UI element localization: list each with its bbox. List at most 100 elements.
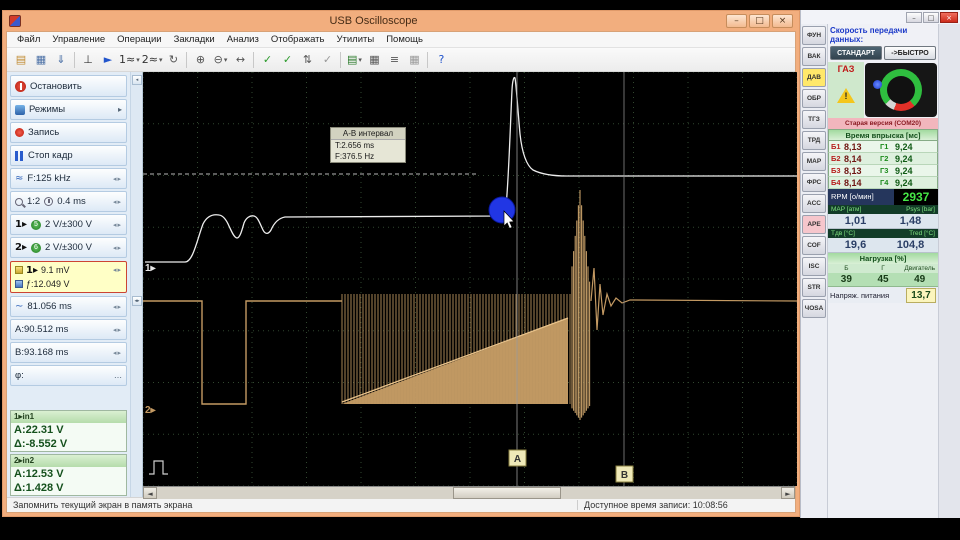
panels-icon[interactable]: ≡ bbox=[384, 50, 404, 70]
menu-item-7[interactable]: Помощь bbox=[380, 33, 429, 46]
side-button-АСС[interactable]: АСС bbox=[802, 194, 826, 213]
accept-all-icon[interactable]: ✓ bbox=[277, 50, 297, 70]
inj-petrol-label: Б2 bbox=[829, 154, 844, 163]
side-button-ЧOSA[interactable]: ЧOSA bbox=[802, 299, 826, 318]
updown-icon[interactable]: ⇅ bbox=[297, 50, 317, 70]
confirm-icon[interactable]: ✓ bbox=[317, 50, 337, 70]
standard-rate-button[interactable]: СТАНДАРТ bbox=[830, 46, 882, 60]
accept-icon[interactable]: ✓ bbox=[257, 50, 277, 70]
close-button[interactable]: × bbox=[772, 14, 793, 28]
freeze-frame-button[interactable]: Стоп кадр bbox=[10, 145, 127, 166]
channel2-signal-icon[interactable]: 2≈▾ bbox=[141, 50, 164, 70]
inj-petrol-value: 8,14 bbox=[844, 178, 880, 188]
channel1-spinner[interactable]: ◂▸ bbox=[113, 221, 122, 229]
cursor-a-spinner[interactable]: ◂▸ bbox=[113, 326, 122, 334]
side-button-ДАВ[interactable]: ДАВ bbox=[802, 68, 826, 87]
right-minimize-button[interactable]: – bbox=[906, 12, 922, 23]
side-button-ФРС[interactable]: ФРС bbox=[802, 173, 826, 192]
dropdown-arrow-icon[interactable]: ▾ bbox=[136, 56, 140, 64]
side-button-ФУН[interactable]: ФУН bbox=[802, 26, 826, 45]
sidebar-splitter[interactable]: ◂ ◂▸ bbox=[131, 72, 143, 497]
status-hint: Запомнить текущий экран в память экрана bbox=[13, 500, 577, 510]
open-icon[interactable]: ▤ bbox=[11, 50, 31, 70]
probe-icon[interactable]: ⊥ bbox=[78, 50, 98, 70]
scroll-right-icon[interactable]: ► bbox=[781, 487, 795, 499]
splitter-button-meas[interactable]: ◂▸ bbox=[132, 296, 142, 306]
channel1-input-icon: 5 bbox=[31, 220, 41, 230]
sync-icon-glyph: ↻ bbox=[169, 53, 178, 66]
fast-rate-button[interactable]: ->БЫСТРО bbox=[884, 46, 936, 60]
side-button-STR[interactable]: STR bbox=[802, 278, 826, 297]
side-button-АРЕ[interactable]: АРЕ bbox=[802, 215, 826, 234]
cursor-b-spinner[interactable]: ◂▸ bbox=[113, 349, 122, 357]
export-icon[interactable]: ⇓ bbox=[51, 50, 71, 70]
scale-timebase-control[interactable]: 1:2 0.4 ms ◂▸ bbox=[10, 191, 127, 212]
channel1-range-control[interactable]: 1▸ 5 2 V/±300 V ◂▸ bbox=[10, 214, 127, 235]
dropdown-arrow-icon[interactable]: ▾ bbox=[224, 56, 228, 64]
scope-scrollbar[interactable]: ◄ ► bbox=[143, 486, 795, 499]
zoom-in-icon[interactable]: ⊕ bbox=[190, 50, 210, 70]
side-button-СОF[interactable]: СОF bbox=[802, 236, 826, 255]
measure-icon[interactable]: ↔ bbox=[230, 50, 250, 70]
sync-icon[interactable]: ↻ bbox=[163, 50, 183, 70]
window-title: USB Oscilloscope bbox=[25, 15, 722, 27]
toolbar-sep-3 bbox=[253, 52, 254, 68]
modes-button[interactable]: Режимы ▸ bbox=[10, 99, 127, 120]
grid-icon[interactable]: ▦ bbox=[404, 50, 424, 70]
cursor-a-control[interactable]: A:90.512 ms ◂▸ bbox=[10, 319, 127, 340]
scrollbar-track[interactable] bbox=[157, 487, 781, 499]
menu-item-4[interactable]: Анализ bbox=[221, 33, 265, 46]
timebase-spinner[interactable]: ◂▸ bbox=[113, 198, 122, 206]
title-bar[interactable]: USB Oscilloscope – □ × bbox=[6, 11, 796, 31]
measurement-panel[interactable]: 1▸ 9.1 mV ◂▸ ƒ:12.049 V bbox=[10, 261, 127, 293]
stop-button[interactable]: Остановить bbox=[10, 75, 127, 97]
help-icon[interactable]: ? bbox=[431, 50, 451, 70]
layout-icon[interactable]: ▦ bbox=[364, 50, 384, 70]
channel2-zero-marker[interactable]: 2▸ bbox=[145, 405, 157, 416]
side-button-ТГЗ[interactable]: ТГЗ bbox=[802, 110, 826, 129]
maximize-button[interactable]: □ bbox=[749, 14, 770, 28]
dropdown-arrow-icon[interactable]: ▾ bbox=[159, 56, 163, 64]
channel1-signal-icon[interactable]: 1≈▾ bbox=[118, 50, 141, 70]
cursor-b-control[interactable]: B:93.168 ms ◂▸ bbox=[10, 342, 127, 363]
menu-item-6[interactable]: Утилиты bbox=[330, 33, 380, 46]
measurement-spinner[interactable]: ◂▸ bbox=[113, 266, 122, 274]
report-icon[interactable]: ▤▾ bbox=[344, 50, 364, 70]
scope-area[interactable]: A B 1▸ 2▸ А-В интервал T:2.656 ms F:376.… bbox=[143, 72, 795, 497]
frequency-spinner[interactable]: ◂▸ bbox=[113, 175, 122, 183]
side-button-ISC[interactable]: ISC bbox=[802, 257, 826, 276]
zoom-in-icon-glyph: ⊕ bbox=[196, 53, 205, 66]
menu-item-0[interactable]: Файл bbox=[11, 33, 46, 46]
map-label: MAP [атм] bbox=[831, 206, 861, 213]
channel2-range-control[interactable]: 2▸ 6 2 V/±300 V ◂▸ bbox=[10, 237, 127, 258]
side-button-МАР[interactable]: МАР bbox=[802, 152, 826, 171]
menu-item-5[interactable]: Отображать bbox=[265, 33, 331, 46]
menu-item-2[interactable]: Операции bbox=[111, 33, 167, 46]
time-total-control[interactable]: ∼ 81.056 ms ◂▸ bbox=[10, 296, 127, 317]
dropdown-arrow-icon[interactable]: ▾ bbox=[358, 56, 362, 64]
frequency-control[interactable]: ≈ F:125 kHz ◂▸ bbox=[10, 168, 127, 189]
scrollbar-thumb[interactable] bbox=[453, 487, 561, 499]
scope-canvas[interactable]: A B 1▸ 2▸ bbox=[143, 72, 797, 486]
scroll-left-icon[interactable]: ◄ bbox=[143, 487, 157, 499]
time-total-spinner[interactable]: ◂▸ bbox=[113, 303, 122, 311]
menu-item-1[interactable]: Управление bbox=[46, 33, 111, 46]
right-restore-button[interactable]: □ bbox=[923, 12, 939, 23]
minimize-button[interactable]: – bbox=[726, 14, 747, 28]
side-button-ОБР[interactable]: ОБР bbox=[802, 89, 826, 108]
channel2-spinner[interactable]: ◂▸ bbox=[113, 244, 122, 252]
gas-gauge[interactable] bbox=[865, 63, 937, 117]
right-close-button[interactable]: × bbox=[940, 12, 958, 23]
save-icon[interactable]: ▦ bbox=[31, 50, 51, 70]
side-button-ТРД[interactable]: ТРД bbox=[802, 131, 826, 150]
side-button-ВАК[interactable]: ВАК bbox=[802, 47, 826, 66]
zoom-out-icon[interactable]: ⊖▾ bbox=[210, 50, 230, 70]
data-rate-label: Скорость передачи данных: bbox=[828, 24, 938, 45]
toolbar-sep-1 bbox=[74, 52, 75, 68]
menu-item-3[interactable]: Закладки bbox=[168, 33, 221, 46]
channel1-zero-marker[interactable]: 1▸ bbox=[145, 263, 157, 274]
trigger-flag-icon[interactable]: ► bbox=[98, 50, 118, 70]
splitter-button-top[interactable]: ◂ bbox=[132, 75, 142, 85]
record-button[interactable]: Запись bbox=[10, 122, 127, 143]
phase-control[interactable]: φ: … bbox=[10, 365, 127, 386]
